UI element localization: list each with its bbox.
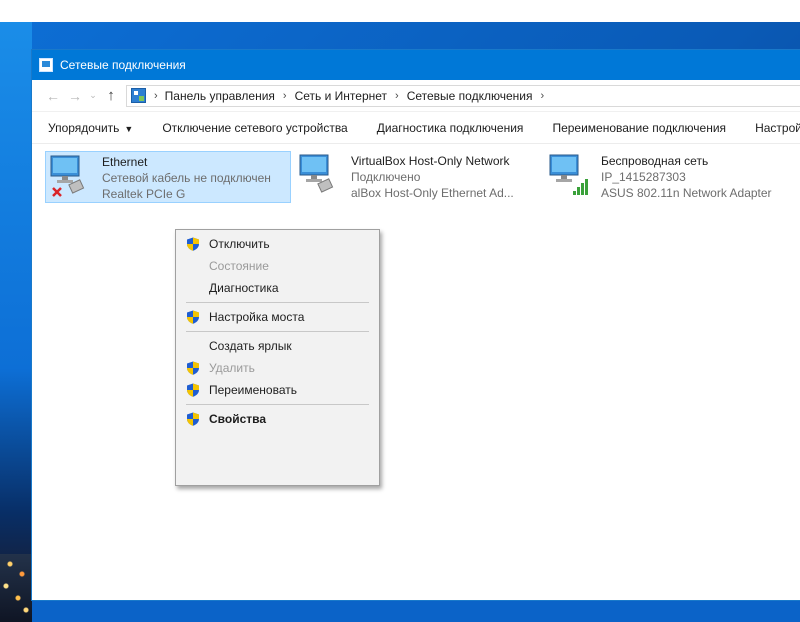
- breadcrumb-separator[interactable]: ›: [283, 90, 287, 102]
- context-menu: Отключить Состояние Диагностика Настройк…: [175, 229, 380, 486]
- uac-shield-icon: [187, 361, 199, 375]
- breadcrumb-separator[interactable]: ›: [395, 90, 399, 102]
- ethernet-disconnected-icon: [50, 155, 85, 197]
- control-panel-icon: [131, 88, 146, 103]
- uac-shield-icon: [187, 310, 199, 324]
- menu-separator: [186, 331, 369, 332]
- connection-wireless[interactable]: Беспроводная сеть IP_1415287303 ASUS 802…: [545, 151, 795, 203]
- rename-connection-button[interactable]: Переименование подключения: [552, 121, 726, 135]
- address-bar: ← → ⌄ ↑ › Панель управления › Сеть и Инт…: [32, 80, 800, 112]
- connection-adapter: Realtek PCIe G: [102, 187, 186, 201]
- wallpaper-city-lights: [0, 554, 32, 622]
- menu-item-label: Диагностика: [209, 281, 279, 295]
- menu-separator: [186, 404, 369, 405]
- breadcrumb-control-panel[interactable]: Панель управления: [165, 89, 275, 103]
- arrow-left-icon[interactable]: ←: [42, 85, 64, 107]
- dropdown-arrow-icon: ▼: [124, 123, 134, 134]
- menu-item-status[interactable]: Состояние: [176, 255, 379, 277]
- settings-button[interactable]: Настрой: [755, 121, 800, 135]
- network-adapter-icon: [299, 154, 334, 193]
- network-connections-window: Сетевые подключения ← → ⌄ ↑ › Панель упр…: [32, 50, 800, 600]
- window-titlebar[interactable]: Сетевые подключения: [32, 50, 800, 80]
- desktop-top-area: [0, 0, 800, 22]
- uac-shield-icon: [187, 383, 199, 397]
- organize-label: Упорядочить: [48, 120, 120, 135]
- address-box[interactable]: › Панель управления › Сеть и Интернет › …: [126, 84, 800, 107]
- connection-adapter: ASUS 802.11n Network Adapter: [601, 186, 772, 200]
- organize-button[interactable]: Упорядочить ▼: [48, 121, 133, 135]
- menu-item-label: Настройка моста: [209, 310, 305, 324]
- connection-ethernet[interactable]: Ethernet Сетевой кабель не подключен Rea…: [45, 151, 291, 203]
- breadcrumb-separator[interactable]: ›: [540, 90, 544, 102]
- breadcrumb-network-connections[interactable]: Сетевые подключения: [407, 89, 533, 103]
- window-title: Сетевые подключения: [60, 58, 186, 72]
- connection-status: IP_1415287303: [601, 170, 686, 184]
- menu-item-label: Переименовать: [209, 383, 297, 397]
- command-bar: Упорядочить ▼ Отключение сетевого устройс…: [32, 112, 800, 144]
- desktop-wallpaper-strip: [0, 22, 32, 622]
- network-connections-window-icon: [39, 58, 53, 72]
- uac-shield-icon: [187, 237, 199, 251]
- menu-item-label: Создать ярлык: [209, 339, 292, 353]
- menu-separator: [186, 302, 369, 303]
- connection-name: VirtualBox Host-Only Network: [351, 154, 510, 168]
- menu-item-label: Отключить: [209, 237, 270, 251]
- arrow-right-icon[interactable]: →: [64, 85, 86, 107]
- breadcrumb-separator[interactable]: ›: [154, 90, 158, 102]
- menu-item-label: Свойства: [209, 412, 267, 426]
- diagnose-connection-button[interactable]: Диагностика подключения: [377, 121, 524, 135]
- connection-name: Ethernet: [102, 155, 148, 169]
- menu-item-diagnostics[interactable]: Диагностика: [176, 277, 379, 299]
- menu-item-bridge-connections[interactable]: Настройка моста: [176, 306, 379, 328]
- connection-status: Подключено: [351, 170, 421, 184]
- menu-item-label: Состояние: [209, 259, 269, 273]
- connections-list: Ethernet Сетевой кабель не подключен Rea…: [32, 144, 800, 599]
- wireless-adapter-icon: [549, 154, 588, 195]
- menu-item-label: Удалить: [209, 361, 255, 375]
- breadcrumb-network-internet[interactable]: Сеть и Интернет: [295, 89, 387, 103]
- uac-shield-icon: [187, 412, 199, 426]
- connection-name: Беспроводная сеть: [601, 154, 709, 168]
- connection-status: Сетевой кабель не подключен: [102, 171, 271, 185]
- menu-item-disable[interactable]: Отключить: [176, 233, 379, 255]
- menu-item-delete[interactable]: Удалить: [176, 357, 379, 379]
- connection-virtualbox[interactable]: VirtualBox Host-Only Network Подключено …: [295, 151, 545, 203]
- menu-item-create-shortcut[interactable]: Создать ярлык: [176, 335, 379, 357]
- menu-item-properties[interactable]: Свойства: [176, 408, 379, 430]
- disable-device-button[interactable]: Отключение сетевого устройства: [162, 121, 347, 135]
- recent-locations-chevron-icon[interactable]: ⌄: [86, 85, 100, 107]
- arrow-up-icon[interactable]: ↑: [100, 85, 122, 107]
- menu-item-rename[interactable]: Переименовать: [176, 379, 379, 401]
- connection-adapter: alBox Host-Only Ethernet Ad...: [351, 186, 514, 200]
